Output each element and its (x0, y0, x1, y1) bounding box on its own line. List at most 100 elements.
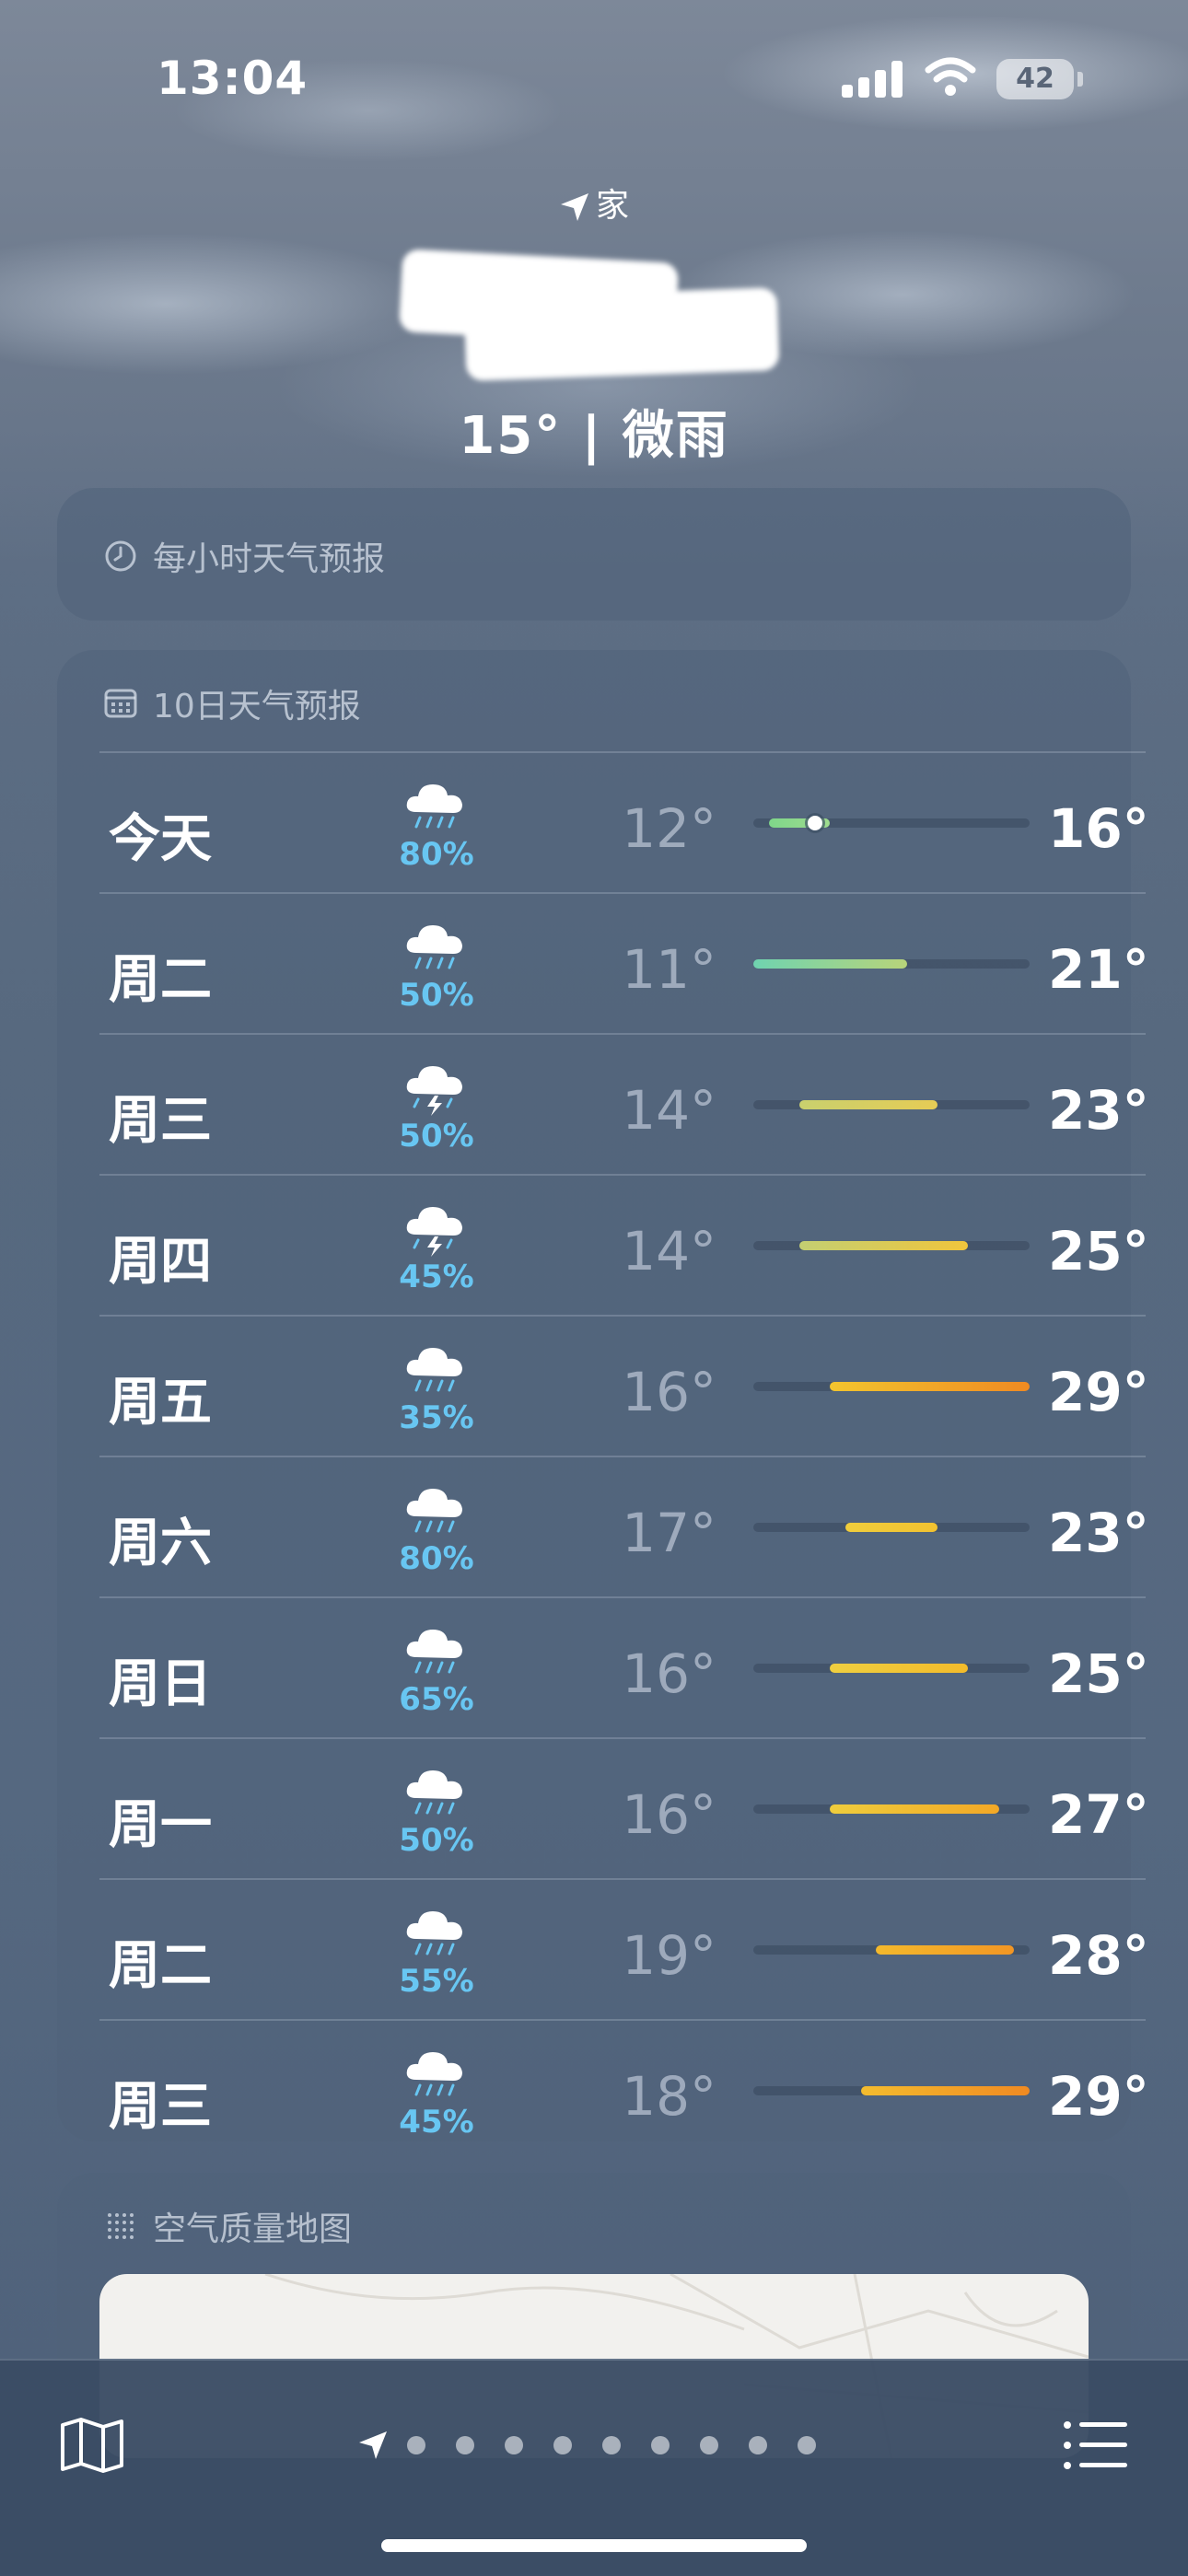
forecast-row[interactable]: 周二 55% 19° 28° (99, 1878, 1149, 2019)
temp-range-bar (753, 1382, 1030, 1391)
status-time: 13:04 (157, 52, 309, 105)
forecast-row[interactable]: 周三 45% 18° 29° (99, 2019, 1149, 2160)
forecast-day: 今天 (109, 809, 212, 869)
thunderstorm-cloud-icon (406, 1066, 462, 1116)
temp-range-bar (753, 1100, 1030, 1109)
page-dot[interactable] (407, 2436, 425, 2454)
precip-probability: 65% (399, 1681, 474, 1718)
status-bar: 13:04 42 (0, 0, 1188, 147)
air-quality-label: 空气质量地图 (153, 2210, 353, 2248)
temp-range-fill (830, 1664, 969, 1673)
low-temp: 11° (622, 938, 716, 1001)
page-dot[interactable] (749, 2436, 767, 2454)
forecast-row[interactable]: 周四 45% 14° 25° (99, 1174, 1149, 1315)
temp-range-bar (753, 1804, 1030, 1814)
rain-cloud-icon (406, 1489, 462, 1533)
high-temp: 29° (1048, 2065, 1149, 2128)
location-arrow-icon (560, 193, 588, 221)
location-label: 家 (0, 184, 1188, 228)
rain-cloud-icon (406, 1911, 462, 1955)
rain-cloud-icon (406, 1770, 462, 1815)
rain-cloud-icon (406, 1630, 462, 1674)
forecast-row[interactable]: 周二 50% 11° 21° (99, 892, 1149, 1033)
page-dot[interactable] (798, 2436, 816, 2454)
high-temp: 23° (1048, 1079, 1149, 1142)
temp-range-bar (753, 1241, 1030, 1250)
low-temp: 16° (622, 1642, 716, 1705)
precip-probability: 55% (399, 1963, 474, 2000)
rain-cloud-icon (406, 1348, 462, 1392)
home-indicator (381, 2539, 807, 2552)
rain-cloud-icon (406, 784, 462, 829)
current-conditions: 15° | 微雨 (459, 406, 729, 466)
current-temp-dot (807, 816, 822, 830)
forecast-day: 周日 (109, 1654, 212, 1714)
high-temp: 25° (1048, 1220, 1149, 1282)
low-temp: 14° (622, 1079, 716, 1142)
high-temp: 28° (1048, 1924, 1149, 1987)
rain-cloud-icon (406, 2052, 462, 2096)
thunderstorm-cloud-icon (406, 1207, 462, 1257)
battery-indicator: 42 (996, 59, 1074, 99)
forecast-row[interactable]: 周六 80% 17° 23° (99, 1456, 1149, 1596)
precip-probability: 35% (399, 1399, 474, 1436)
list-icon[interactable] (1063, 2419, 1127, 2471)
air-quality-icon (108, 2213, 134, 2239)
hourly-forecast-title: 每小时天气预报 (103, 532, 385, 580)
page-dot[interactable] (700, 2436, 718, 2454)
forecast-row[interactable]: 周五 35% 16° 29° (99, 1315, 1149, 1456)
high-temp: 23° (1048, 1502, 1149, 1564)
page-dot[interactable] (505, 2436, 523, 2454)
precip-probability: 80% (399, 836, 474, 873)
forecast-day: 周四 (109, 1232, 212, 1292)
calendar-icon (104, 689, 137, 718)
forecast-day: 周六 (109, 1514, 212, 1573)
high-temp: 16° (1048, 797, 1149, 860)
temp-range-fill (753, 959, 907, 969)
hourly-forecast-label: 每小时天气预报 (153, 540, 386, 578)
location-name: 家 (595, 187, 629, 225)
forecast-rows: 今天 80% 12° 16° 周二 50% 11° 21° 周三 50% 14° 23° 周四 45% 14… (99, 751, 1149, 2160)
page-dot[interactable] (456, 2436, 474, 2454)
ten-day-forecast-card: 10日天气预报 今天 80% 12° 16° 周二 50% 11° 21° 周三 50% 14° 23… (57, 650, 1149, 2141)
forecast-row[interactable]: 周三 50% 14° 23° (99, 1033, 1149, 1174)
forecast-day: 周二 (109, 950, 212, 1010)
forecast-row[interactable]: 周一 50% 16° 27° (99, 1737, 1149, 1878)
low-temp: 14° (622, 1220, 716, 1282)
redacted-city-name (398, 238, 787, 381)
location-header: 家 15° | 微雨 (0, 184, 1188, 469)
forecast-row[interactable]: 今天 80% 12° 16° (99, 751, 1149, 892)
clock-icon (105, 540, 136, 572)
hourly-forecast-card[interactable]: 每小时天气预报 (57, 488, 1131, 621)
air-quality-title: 空气质量地图 (103, 2202, 352, 2250)
location-arrow-icon (359, 2431, 387, 2459)
precip-probability: 45% (399, 2104, 474, 2141)
cellular-signal-icon (842, 61, 906, 98)
page-indicator[interactable] (357, 2427, 846, 2464)
temp-range-fill (799, 1241, 969, 1250)
forecast-day: 周五 (109, 1373, 212, 1433)
precip-probability: 80% (399, 1540, 474, 1577)
page-dot[interactable] (602, 2436, 621, 2454)
ten-day-forecast-title: 10日天气预报 (103, 679, 361, 727)
wifi-icon (925, 57, 976, 96)
map-icon[interactable] (59, 2416, 125, 2475)
high-temp: 21° (1048, 938, 1149, 1001)
temp-range-bar (753, 1664, 1030, 1673)
precip-probability: 50% (399, 977, 474, 1014)
low-temp: 16° (622, 1783, 716, 1846)
temp-range-bar (753, 1523, 1030, 1532)
forecast-day: 周三 (109, 1091, 212, 1151)
temp-range-bar (753, 816, 1030, 830)
temp-range-bar (753, 1945, 1030, 1955)
forecast-day: 周二 (109, 1936, 212, 1996)
temp-range-fill (830, 1382, 1030, 1391)
low-temp: 18° (622, 2065, 716, 2128)
forecast-day: 周三 (109, 2077, 212, 2137)
page-dot[interactable] (553, 2436, 572, 2454)
forecast-row[interactable]: 周日 65% 16° 25° (99, 1596, 1149, 1737)
temp-range-fill (860, 2086, 1030, 2095)
precip-probability: 50% (399, 1822, 474, 1859)
low-temp: 17° (622, 1502, 716, 1564)
page-dot[interactable] (651, 2436, 670, 2454)
